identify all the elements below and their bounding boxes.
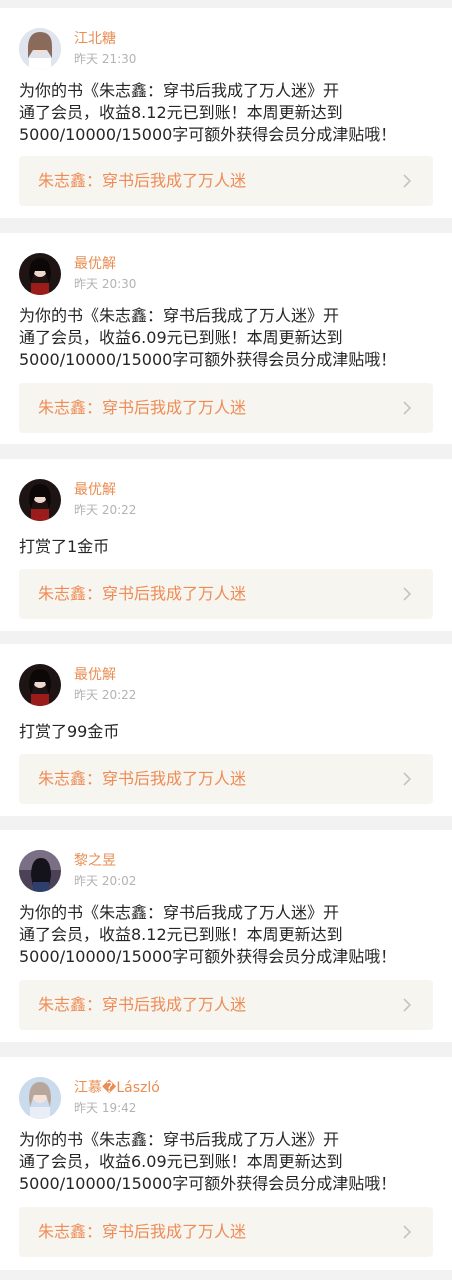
notification-card: 最优解 昨天 20:22 打赏了1金币 朱志鑫：穿书后我成了万人迷 — [0, 459, 452, 631]
username[interactable]: 江北糖 — [74, 30, 116, 48]
book-link[interactable]: 朱志鑫：穿书后我成了万人迷 — [19, 383, 433, 433]
chevron-right-icon — [403, 587, 412, 601]
notification-message: 打赏了1金币 — [19, 537, 110, 556]
notification-card: 江慕�László 昨天 19:42 为你的书《朱志鑫：穿书后我成了万人迷》开 … — [0, 1057, 452, 1270]
book-link[interactable]: 朱志鑫：穿书后我成了万人迷 — [19, 980, 433, 1030]
username[interactable]: 黎之昱 — [74, 852, 116, 870]
timestamp: 昨天 21:30 — [74, 52, 137, 66]
book-link[interactable]: 朱志鑫：穿书后我成了万人迷 — [19, 569, 433, 619]
chevron-right-icon — [403, 174, 412, 188]
book-title: 朱志鑫：穿书后我成了万人迷 — [38, 584, 247, 603]
book-link[interactable]: 朱志鑫：穿书后我成了万人迷 — [19, 156, 433, 206]
book-title: 朱志鑫：穿书后我成了万人迷 — [38, 398, 247, 417]
avatar[interactable] — [19, 850, 61, 892]
username[interactable]: 最优解 — [74, 481, 116, 499]
notification-message: 为你的书《朱志鑫：穿书后我成了万人迷》开 通了会员，收益8.12元已到账！本周更… — [19, 81, 397, 144]
notification-card: 最优解 昨天 20:22 打赏了99金币 朱志鑫：穿书后我成了万人迷 — [0, 644, 452, 816]
username[interactable]: 最优解 — [74, 255, 116, 273]
chevron-right-icon — [403, 998, 412, 1012]
notification-message: 为你的书《朱志鑫：穿书后我成了万人迷》开 通了会员，收益6.09元已到账！本周更… — [19, 306, 397, 369]
book-link[interactable]: 朱志鑫：穿书后我成了万人迷 — [19, 754, 433, 804]
avatar[interactable] — [19, 28, 61, 70]
chevron-right-icon — [403, 401, 412, 415]
notification-card: 最优解 昨天 20:30 为你的书《朱志鑫：穿书后我成了万人迷》开 通了会员，收… — [0, 233, 452, 444]
book-title: 朱志鑫：穿书后我成了万人迷 — [38, 171, 247, 190]
notification-message: 为你的书《朱志鑫：穿书后我成了万人迷》开 通了会员，收益8.12元已到账！本周更… — [19, 903, 397, 966]
timestamp: 昨天 20:02 — [74, 874, 137, 888]
book-link[interactable]: 朱志鑫：穿书后我成了万人迷 — [19, 1207, 433, 1257]
avatar[interactable] — [19, 1077, 61, 1119]
notification-message: 为你的书《朱志鑫：穿书后我成了万人迷》开 通了会员，收益6.09元已到账！本周更… — [19, 1130, 397, 1193]
book-title: 朱志鑫：穿书后我成了万人迷 — [38, 1222, 247, 1241]
book-title: 朱志鑫：穿书后我成了万人迷 — [38, 995, 247, 1014]
timestamp: 昨天 19:42 — [74, 1101, 137, 1115]
chevron-right-icon — [403, 1225, 412, 1239]
avatar[interactable] — [19, 479, 61, 521]
timestamp: 昨天 20:30 — [74, 277, 137, 291]
avatar[interactable] — [19, 664, 61, 706]
notification-card: 江北糖 昨天 21:30 为你的书《朱志鑫：穿书后我成了万人迷》开 通了会员，收… — [0, 8, 452, 218]
timestamp: 昨天 20:22 — [74, 688, 137, 702]
username[interactable]: 江慕�László — [74, 1079, 160, 1097]
notification-feed: 江北糖 昨天 21:30 为你的书《朱志鑫：穿书后我成了万人迷》开 通了会员，收… — [0, 0, 452, 1280]
timestamp: 昨天 20:22 — [74, 503, 137, 517]
notification-card: 黎之昱 昨天 20:02 为你的书《朱志鑫：穿书后我成了万人迷》开 通了会员，收… — [0, 830, 452, 1042]
notification-message: 打赏了99金币 — [19, 722, 120, 741]
book-title: 朱志鑫：穿书后我成了万人迷 — [38, 769, 247, 788]
avatar[interactable] — [19, 253, 61, 295]
username[interactable]: 最优解 — [74, 666, 116, 684]
chevron-right-icon — [403, 772, 412, 786]
